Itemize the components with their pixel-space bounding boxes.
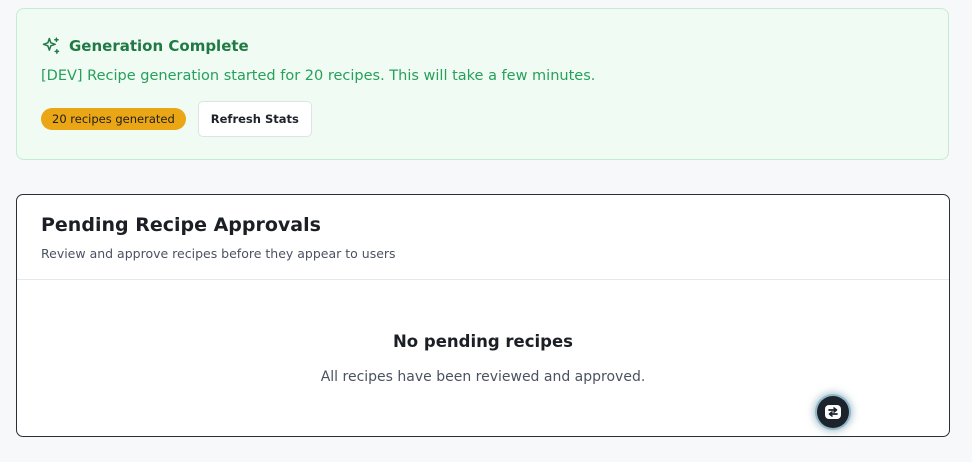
pending-approvals-card: Pending Recipe Approvals Review and appr… — [16, 194, 950, 437]
empty-state-title: No pending recipes — [393, 332, 573, 351]
card-subtitle: Review and approve recipes before they a… — [41, 246, 396, 261]
card-divider — [17, 279, 949, 280]
page: Generation Complete [DEV] Recipe generat… — [0, 0, 972, 462]
swap-icon — [823, 402, 843, 422]
banner-header: Generation Complete — [41, 36, 249, 56]
card-title: Pending Recipe Approvals — [41, 214, 321, 236]
refresh-stats-button[interactable]: Refresh Stats — [197, 101, 312, 137]
generation-complete-banner: Generation Complete [DEV] Recipe generat… — [16, 8, 949, 160]
banner-message: [DEV] Recipe generation started for 20 r… — [41, 68, 596, 84]
sparkles-icon — [41, 36, 61, 56]
empty-state-text: All recipes have been reviewed and appro… — [320, 369, 646, 385]
floating-action-button[interactable] — [817, 396, 849, 428]
recipes-generated-badge: 20 recipes generated — [41, 108, 186, 130]
banner-title: Generation Complete — [69, 37, 249, 55]
banner-actions: 20 recipes generated Refresh Stats — [41, 101, 312, 137]
